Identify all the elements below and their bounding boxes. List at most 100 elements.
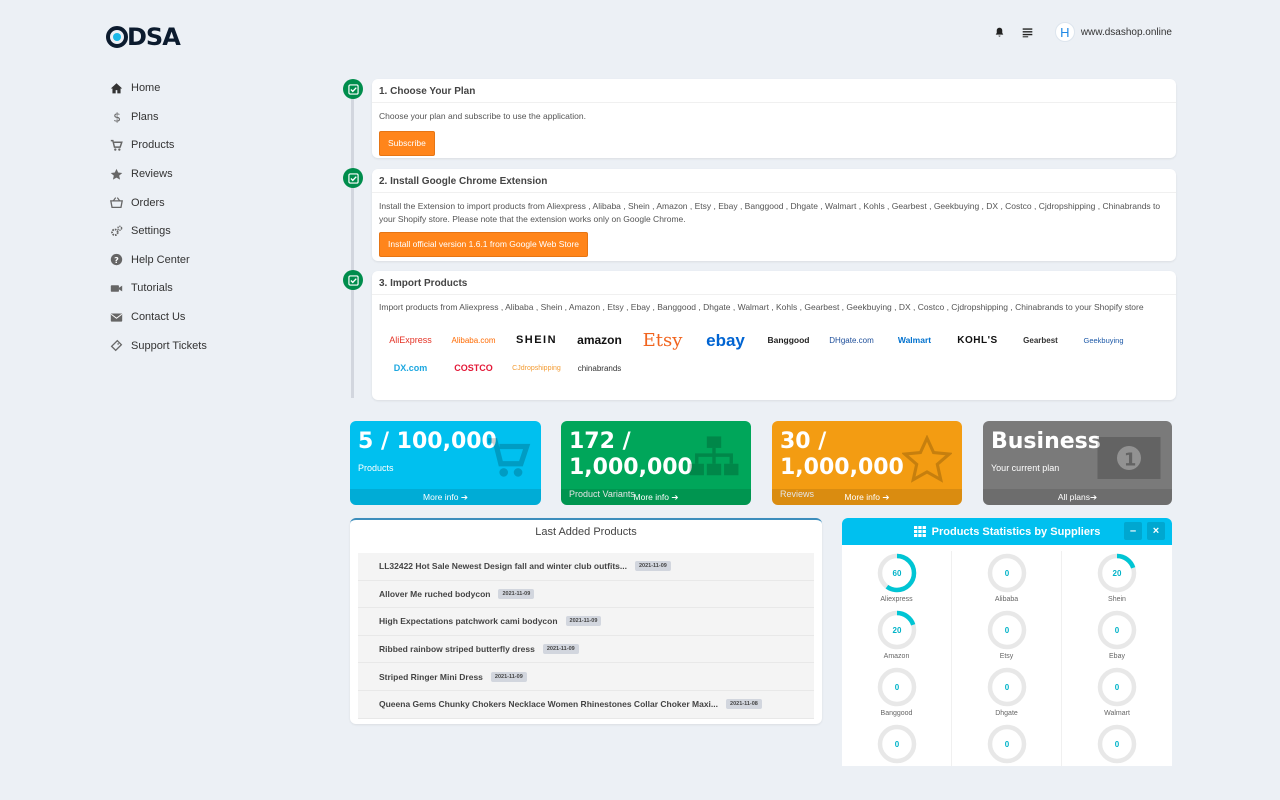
product-row[interactable]: LL32422 Hot Sale Newest Design fall and … [358,553,814,581]
arrow-circle-icon: ➔ [1090,492,1098,502]
dsa-logo[interactable]: DSA [106,22,181,52]
donut-value: 0 [1115,683,1120,692]
site-url[interactable]: www.dsashop.online [1081,27,1172,38]
kohls-logo[interactable]: KOHL'S [946,326,1009,354]
supplier-name: Etsy [999,653,1014,660]
money-icon: 1 [1097,437,1161,479]
minimize-button[interactable]: – [1124,522,1142,540]
gears-icon [108,223,124,239]
sidebar-item-label: Settings [131,225,171,238]
supplier-name: Aliexpress [880,596,913,603]
sidebar-item-tutorials[interactable]: Tutorials [108,274,308,303]
product-row[interactable]: Striped Ringer Mini Dress 2021-11-09 [358,663,814,691]
supplier-name: Ebay [1109,653,1125,660]
amazon-logo[interactable]: amazon [568,326,631,354]
top-nav: H www.dsashop.online [993,22,1172,42]
stat-more-info-link[interactable]: More info ➔ [772,489,962,505]
sidebar-item-plans[interactable]: $ Plans [108,103,308,132]
product-row[interactable]: Ribbed rainbow striped butterfly dress 20… [358,635,814,664]
step-1-check-icon [343,79,363,99]
sidebar-item-orders[interactable]: Orders [108,188,308,217]
supplier-donut: 60 Aliexpress [842,551,952,608]
stat-products: 5 / 100,000 Products More info ➔ [350,421,541,505]
dx-logo[interactable]: DX.com [379,354,442,382]
donut-value: 0 [894,740,899,749]
product-name[interactable]: High Expectations patchwork cami bodycon [379,616,558,626]
donut-chart: 0 [877,667,916,707]
banggood-logo[interactable]: Banggood [757,326,820,354]
product-name[interactable]: Allover Me ruched bodycon [379,589,490,599]
donut-chart: 20 [1097,553,1137,593]
supplier-name: Amazon [883,653,910,660]
sidebar-item-help-center[interactable]: ? Help Center [108,246,308,275]
bell-icon[interactable] [993,25,1007,39]
stat-all-plans-link[interactable]: All plans➔ [983,489,1172,505]
panel-title: Last Added Products [535,526,637,538]
donut-chart: 0 [1097,724,1137,764]
stat-more-info-link[interactable]: More info ➔ [350,489,541,505]
supplier-donut: 20 Amazon [842,608,952,665]
dhgate-logo[interactable]: DHgate.com [820,326,883,354]
cjdropshipping-logo[interactable]: CJdropshipping [505,354,568,382]
product-name[interactable]: LL32422 Hot Sale Newest Design fall and … [379,561,627,571]
product-row[interactable]: Queena Gems Chunky Chokers Necklace Wome… [358,690,814,719]
sidebar-item-settings[interactable]: Settings [108,217,308,246]
aliexpress-logo[interactable]: AliExpress [379,326,442,354]
supplier-stats-header: Products Statistics by Suppliers – × [842,518,1172,545]
list-icon[interactable] [1021,25,1035,39]
product-name[interactable]: Striped Ringer Mini Dress [379,672,483,682]
grid-icon [913,526,926,537]
step-1-card: 1. Choose Your Plan Choose your plan and… [372,79,1176,158]
walmart-logo[interactable]: Walmart [883,326,946,354]
ebay-logo[interactable]: ebay [694,326,757,354]
install-extension-button[interactable]: Install official version 1.6.1 from Goog… [379,232,589,257]
geekbuying-logo[interactable]: Geekbuying [1072,326,1135,354]
avatar[interactable]: H [1054,22,1075,42]
product-row[interactable]: High Expectations patchwork cami bodycon… [358,608,814,636]
product-name[interactable]: Queena Gems Chunky Chokers Necklace Wome… [379,699,718,709]
sidebar-item-contact-us[interactable]: Contact Us [108,303,308,332]
sitemap-icon [689,436,739,476]
step-3-text: Import products from Aliexpress , Alibab… [379,302,1144,312]
sidebar-item-label: Contact Us [131,311,186,324]
product-row[interactable]: Allover Me ruched bodycon 2021-11-09 [358,580,814,609]
question-icon: ? [108,252,124,268]
svg-text:?: ? [114,255,119,265]
arrow-circle-icon: ➔ [671,492,679,502]
sidebar-item-support-tickets[interactable]: Support Tickets [108,331,308,360]
donut-value: 0 [894,683,899,692]
donut-value: 0 [1004,626,1009,635]
gearbest-logo[interactable]: Gearbest [1009,326,1072,354]
chinabrands-logo[interactable]: chinabrands [568,354,631,382]
sidebar-item-home[interactable]: Home [108,74,308,103]
close-button[interactable]: × [1147,522,1165,540]
supplier-donut: 0 Ebay [1062,608,1172,665]
supplier-donut-grid: 60 Aliexpress 0 Alibaba 20 Shein 20 Amazon 0 Etsy… [842,545,1172,766]
sidebar-item-label: Support Tickets [131,339,207,352]
cart-icon [108,137,124,153]
stat-product-variants: 172 / 1,000,000 Product Variants More in… [561,421,751,505]
step-2-title: 2. Install Google Chrome Extension [372,169,1176,193]
date-badge: 2021-11-08 [726,699,762,710]
stat-more-info-link[interactable]: More info ➔ [561,489,751,505]
sidebar-item-products[interactable]: Products [108,131,308,160]
date-badge: 2021-11-09 [565,616,602,627]
basket-icon [108,195,124,211]
product-name[interactable]: Ribbed rainbow striped butterfly dress [379,644,535,654]
supplier-donut: 0 Dhgate [952,665,1062,722]
supplier-donut: 0 Banggood [842,665,952,722]
step-2-text: Install the Extension to import products… [379,201,1161,224]
sidebar-item-reviews[interactable]: Reviews [108,160,308,189]
sidebar-item-label: Orders [131,196,165,209]
donut-value: 0 [1004,740,1009,749]
ticket-icon [108,338,124,354]
subscribe-button[interactable]: Subscribe [379,131,435,156]
alibaba-logo[interactable]: Alibaba.com [442,326,505,354]
costco-logo[interactable]: COSTCO [442,354,505,382]
arrow-circle-icon: ➔ [882,492,890,502]
shein-logo[interactable]: SHEIN [505,326,568,354]
donut-value: 0 [1115,626,1120,635]
video-icon [108,280,124,296]
donut-chart: 0 [1097,667,1137,707]
etsy-logo[interactable]: Etsy [631,326,694,354]
